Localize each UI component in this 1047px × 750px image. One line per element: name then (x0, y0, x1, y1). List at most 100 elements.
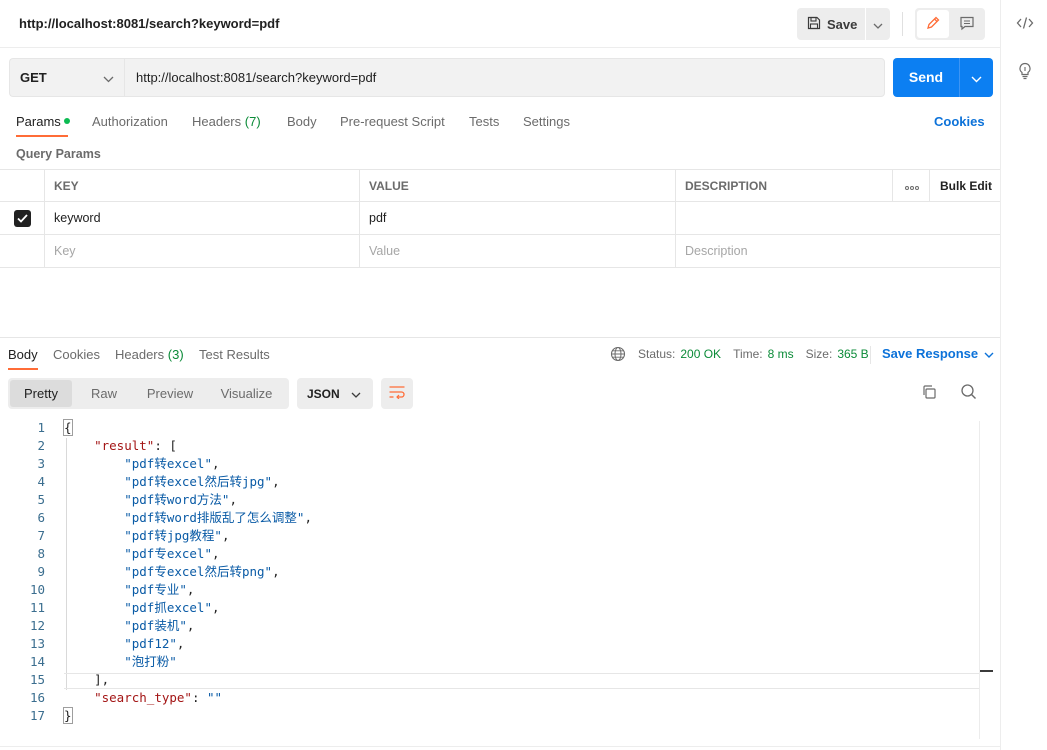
row-checkbox-cell (0, 235, 45, 267)
tab-authorization[interactable]: Authorization (92, 114, 168, 129)
size-value[interactable]: 365 B (837, 347, 868, 361)
header-key: KEY (44, 170, 360, 202)
code-text: ], (64, 672, 110, 687)
request-header: http://localhost:8081/search?keyword=pdf… (0, 0, 1000, 48)
new-key-field[interactable]: Key (44, 235, 360, 267)
code-text: "result": [ (94, 438, 177, 453)
response-tab-headers[interactable]: Headers (3) (115, 347, 184, 362)
request-title[interactable]: http://localhost:8081/search?keyword=pdf (19, 16, 279, 31)
format-label: JSON (307, 386, 340, 401)
editor-scrollbar[interactable] (979, 421, 993, 739)
code-snippet-button[interactable] (1013, 12, 1037, 36)
bulk-edit-button[interactable]: Bulk Edit (929, 170, 1000, 202)
send-label: Send (908, 69, 944, 85)
code-text: "泡打粉" (124, 654, 177, 669)
response-headers-count: (3) (167, 347, 184, 362)
code-text: "pdf转excel然后转jpg", (124, 474, 280, 489)
new-value-field[interactable]: Value (359, 235, 676, 267)
code-text: "pdf专业", (124, 582, 195, 597)
wrap-lines-button[interactable] (381, 378, 413, 409)
save-response-button[interactable]: Save Response (882, 346, 994, 361)
copy-button[interactable] (918, 382, 940, 404)
cookies-link[interactable]: Cookies (934, 114, 985, 129)
code-line: 11 "pdf抓excel", (0, 599, 980, 617)
code-line: 1{ (0, 419, 980, 437)
param-description-field[interactable] (675, 202, 893, 234)
code-text: { (63, 419, 73, 436)
code-line: 8 "pdf专excel", (0, 545, 980, 563)
tab-settings[interactable]: Settings (523, 114, 570, 129)
line-number: 10 (29, 582, 45, 597)
comment-mode-button[interactable] (951, 10, 983, 38)
save-button[interactable]: Save (797, 8, 865, 40)
new-description-field[interactable]: Description (675, 235, 893, 267)
query-params-table: KEY VALUE DESCRIPTION Bulk Edit keyword … (0, 169, 1000, 268)
params-active-dot (63, 118, 70, 124)
code-icon (1016, 15, 1034, 34)
status-value[interactable]: 200 OK (680, 347, 721, 361)
line-number: 15 (29, 672, 45, 687)
code-line: 12 "pdf装机", (0, 617, 980, 635)
save-icon (807, 16, 821, 33)
param-enabled-checkbox[interactable] (14, 209, 31, 227)
table-row: Key Value Description (0, 235, 1000, 268)
time-value[interactable]: 8 ms (768, 347, 794, 361)
save-options-button[interactable] (866, 8, 890, 40)
view-mode-group: Pretty Raw Preview Visualize (8, 378, 289, 409)
edit-mode-button[interactable] (917, 10, 949, 38)
tab-headers[interactable]: Headers (7) (192, 114, 261, 129)
code-text: "pdf装机", (124, 618, 195, 633)
line-number: 17 (29, 708, 45, 723)
response-tab-cookies[interactable]: Cookies (53, 347, 100, 362)
request-tabs: Params Authorization Headers (7) Body Pr… (0, 108, 1000, 138)
tab-pre-request-script[interactable]: Pre-request Script (340, 114, 445, 129)
send-button[interactable]: Send (893, 58, 993, 97)
more-options-button[interactable] (892, 170, 930, 202)
more-horizontal-icon (904, 179, 919, 193)
line-number: 14 (29, 654, 45, 669)
line-number: 2 (37, 438, 45, 453)
tab-body[interactable]: Body (287, 114, 317, 129)
time-label: Time: (733, 347, 763, 361)
code-text: "pdf专excel", (124, 546, 220, 561)
tab-params[interactable]: Params (16, 114, 70, 129)
view-visualize-button[interactable]: Visualize (206, 380, 287, 407)
code-line: 14 "泡打粉" (0, 653, 980, 671)
send-options-button[interactable] (960, 58, 993, 97)
code-line: 13 "pdf12", (0, 635, 980, 653)
response-tab-body[interactable]: Body (8, 347, 38, 362)
chevron-down-icon (971, 70, 982, 86)
view-preview-button[interactable]: Preview (136, 380, 204, 407)
chevron-down-icon (984, 346, 994, 361)
param-key-field[interactable]: keyword (44, 202, 360, 234)
line-number: 5 (37, 492, 45, 507)
response-divider[interactable] (0, 337, 1000, 338)
line-number: 12 (29, 618, 45, 633)
table-row: keyword pdf (0, 202, 1000, 235)
tab-tests[interactable]: Tests (469, 114, 499, 129)
code-line: 15 ], (0, 671, 980, 689)
view-pretty-button[interactable]: Pretty (10, 380, 72, 407)
response-tabs: Body Cookies Headers (3) Test Results St… (0, 339, 1000, 370)
response-meta: Status: 200 OK Time: 8 ms Size: 365 B (610, 346, 881, 362)
chevron-down-icon (873, 17, 883, 32)
chevron-down-icon (351, 387, 361, 401)
right-sidebar (1000, 0, 1047, 750)
code-line: 2 "result": [ (0, 437, 980, 455)
param-value-field[interactable]: pdf (359, 202, 676, 234)
code-text: "pdf转word排版乱了怎么调整", (124, 510, 312, 525)
line-number: 11 (29, 600, 45, 615)
format-select[interactable]: JSON (297, 378, 373, 409)
response-tab-test-results[interactable]: Test Results (199, 347, 270, 362)
line-number: 4 (37, 474, 45, 489)
search-button[interactable] (957, 382, 979, 404)
response-body-editor[interactable]: 1{2 "result": [3 "pdf转excel", 4 "pdf转exce… (0, 419, 980, 739)
globe-icon[interactable] (610, 346, 626, 362)
url-input[interactable]: http://localhost:8081/search?keyword=pdf (124, 58, 885, 97)
line-number: 8 (37, 546, 45, 561)
code-text: "pdf专excel然后转png", (124, 564, 280, 579)
active-response-tab-indicator (8, 368, 38, 370)
info-button[interactable] (1013, 60, 1037, 84)
method-select[interactable]: GET (9, 58, 124, 97)
view-raw-button[interactable]: Raw (74, 380, 134, 407)
